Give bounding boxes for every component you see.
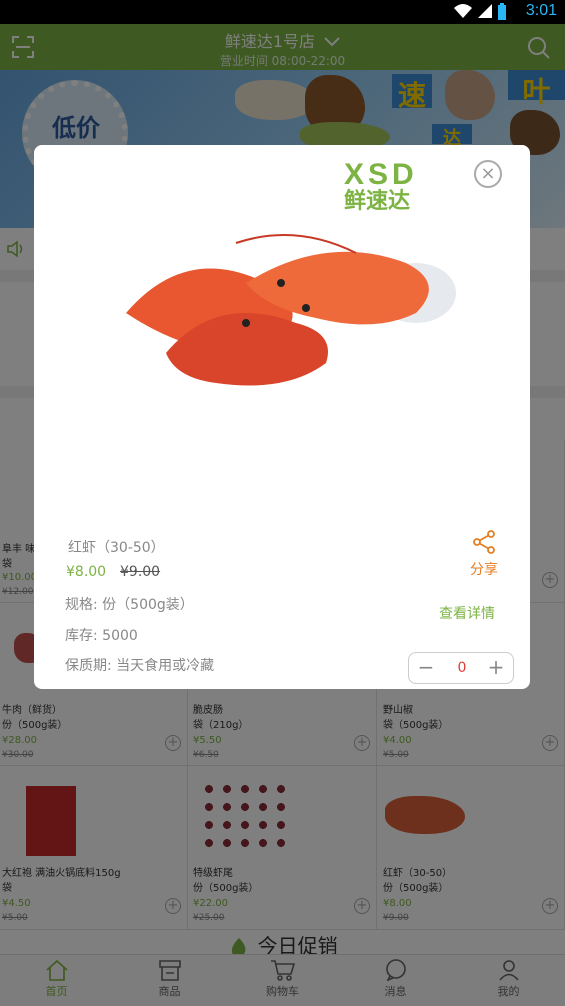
product-detail-modal: XSD 鲜速达 × 红虾（30-50） ¥8.00 ¥9.00 规格: 份（50… bbox=[34, 145, 530, 689]
status-icons bbox=[453, 3, 507, 21]
wifi-icon bbox=[454, 4, 472, 18]
logo-brand: XSD bbox=[344, 158, 418, 191]
logo-text: 鲜速达 bbox=[344, 189, 411, 214]
brand-logo: XSD 鲜速达 bbox=[344, 158, 454, 217]
signal-icon bbox=[478, 4, 492, 18]
quantity-value[interactable]: 0 bbox=[445, 660, 479, 676]
product-spec: 规格: 份（500g装） bbox=[65, 597, 194, 613]
share-label: 分享 bbox=[470, 562, 498, 578]
view-details-link[interactable]: 查看详情 bbox=[439, 603, 495, 623]
product-shelf-life: 保质期: 当天食用或冷藏 bbox=[65, 658, 215, 674]
product-stock: 库存: 5000 bbox=[65, 628, 138, 644]
product-price: ¥8.00 bbox=[66, 564, 107, 580]
product-name: 红虾（30-50） bbox=[68, 540, 165, 556]
product-image bbox=[126, 234, 456, 386]
status-bar: 3:01 bbox=[0, 0, 565, 24]
close-button[interactable]: × bbox=[474, 160, 502, 188]
quantity-stepper: − 0 + bbox=[408, 652, 514, 684]
share-button[interactable]: 分享 bbox=[466, 529, 502, 579]
clock: 3:01 bbox=[525, 2, 557, 19]
product-old-price: ¥9.00 bbox=[120, 564, 161, 580]
share-icon bbox=[473, 530, 495, 554]
decrease-button[interactable]: − bbox=[413, 656, 439, 680]
increase-button[interactable]: + bbox=[483, 656, 509, 680]
battery-icon bbox=[498, 3, 506, 20]
